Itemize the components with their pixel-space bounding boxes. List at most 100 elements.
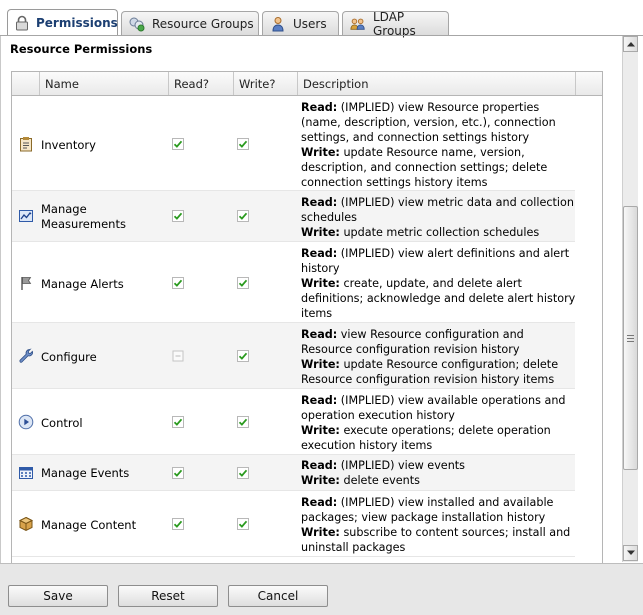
write-label: Write: [301, 358, 340, 371]
wrench-icon [18, 348, 34, 364]
write-checkbox[interactable] [237, 350, 249, 362]
scroll-down-button[interactable] [623, 545, 638, 561]
icon-column-header[interactable] [12, 72, 40, 95]
package-icon [18, 516, 34, 532]
tab-ldap-groups[interactable]: LDAP Groups [342, 9, 449, 38]
table-row[interactable]: Manage Measurements Read: (IMPLIED) view… [12, 191, 575, 242]
scroll-thumb[interactable] [623, 206, 638, 470]
description-column-header[interactable]: Description [298, 72, 576, 95]
permission-description: Read: (IMPLIED) view metric data and col… [301, 195, 576, 240]
vertical-scrollbar[interactable] [622, 36, 638, 562]
permission-description: Read: view Resource configuration and Re… [301, 327, 576, 387]
tab-users[interactable]: Users [262, 11, 339, 35]
read-checkbox[interactable] [172, 416, 184, 428]
read-label: Read: [301, 196, 338, 209]
write-label: Write: [301, 474, 340, 487]
read-label: Read: [301, 459, 338, 472]
play-icon [18, 414, 34, 430]
ldap-groups-icon [350, 16, 366, 32]
write-checkbox[interactable] [237, 138, 249, 150]
inventory-icon [18, 136, 34, 152]
permission-name: Control [41, 416, 83, 430]
lock-icon [15, 15, 29, 31]
read-checkbox[interactable] [172, 138, 184, 150]
cancel-button[interactable]: Cancel [228, 585, 328, 607]
permission-description: Read: (IMPLIED) view installed and avail… [301, 495, 576, 555]
write-checkbox[interactable] [237, 467, 249, 479]
read-checkbox[interactable] [172, 467, 184, 479]
tab-label: Users [293, 16, 327, 31]
resource-groups-icon [129, 16, 145, 32]
permission-name: Inventory [41, 138, 96, 152]
grid-header: Name Read? Write? Description [12, 72, 602, 96]
read-column-header[interactable]: Read? [169, 72, 234, 95]
table-row[interactable]: Inventory Read: (IMPLIED) view Resource … [12, 96, 575, 191]
tab-label: Resource Groups [152, 16, 254, 31]
read-checkbox-disabled[interactable] [172, 350, 184, 362]
permissions-grid: Name Read? Write? Description Inventory … [11, 71, 603, 563]
table-row[interactable]: Manage Events Read: (IMPLIED) view event… [12, 455, 575, 491]
save-button[interactable]: Save [8, 585, 108, 607]
write-column-header[interactable]: Write? [234, 72, 298, 95]
table-row[interactable]: Control Read: (IMPLIED) view available o… [12, 389, 575, 455]
permissions-panel: Resource Permissions Name Read? Write? D… [0, 36, 623, 563]
name-column-header[interactable]: Name [40, 72, 169, 95]
tab-label: Permissions [36, 16, 118, 30]
table-row[interactable]: Configure Read: view Resource configurat… [12, 323, 575, 389]
tab-bar: Permissions Resource Groups Users LDAP G… [0, 0, 643, 38]
measurements-icon [18, 208, 34, 224]
permission-description: Read: (IMPLIED) view events Write: delet… [301, 458, 576, 488]
read-text: (IMPLIED) view available operations and … [301, 394, 566, 422]
table-row[interactable]: Manage Content Read: (IMPLIED) view inst… [12, 491, 575, 557]
permission-name: Manage Measurements [41, 202, 126, 231]
write-text: delete events [339, 474, 420, 487]
write-text: subscribe to content sources; install an… [301, 526, 571, 554]
permission-description: Read: (IMPLIED) view Resource properties… [301, 100, 576, 190]
tab-resource-groups[interactable]: Resource Groups [121, 11, 259, 35]
grip-icon [627, 334, 634, 342]
write-checkbox[interactable] [237, 518, 249, 530]
read-text: (IMPLIED) view installed and available p… [301, 496, 554, 524]
write-label: Write: [301, 226, 340, 239]
header-filler [576, 72, 602, 95]
tab-permissions[interactable]: Permissions [7, 9, 118, 36]
write-checkbox[interactable] [237, 277, 249, 289]
permission-description: Read: (IMPLIED) view available operation… [301, 393, 576, 453]
arrow-up-icon [626, 42, 635, 47]
write-label: Write: [301, 146, 340, 159]
flag-icon [18, 275, 34, 291]
permission-name: Manage Alerts [41, 277, 124, 291]
table-row[interactable]: Manage Alerts Read: (IMPLIED) view alert… [12, 242, 575, 323]
read-text: (IMPLIED) view events [337, 459, 466, 472]
write-text: update metric collection schedules [339, 226, 540, 239]
permission-description: Read: (IMPLIED) view alert definitions a… [301, 246, 576, 321]
write-checkbox[interactable] [237, 210, 249, 222]
read-label: Read: [301, 496, 338, 509]
tab-label: LDAP Groups [373, 9, 416, 38]
permission-name: Manage Events [41, 466, 130, 480]
arrow-down-icon [626, 550, 635, 555]
read-label: Read: [301, 328, 338, 341]
permission-name: Manage Content [41, 518, 137, 532]
read-checkbox[interactable] [172, 277, 184, 289]
write-text: create, update, and delete alert definit… [301, 277, 576, 320]
read-text: (IMPLIED) view Resource properties (name… [301, 101, 556, 144]
read-label: Read: [301, 247, 338, 260]
user-icon [270, 16, 286, 32]
read-label: Read: [301, 394, 338, 407]
read-checkbox[interactable] [172, 518, 184, 530]
write-checkbox[interactable] [237, 416, 249, 428]
read-text: (IMPLIED) view alert definitions and ale… [301, 247, 570, 275]
write-label: Write: [301, 526, 340, 539]
read-checkbox[interactable] [172, 210, 184, 222]
button-bar: Save Reset Cancel [0, 563, 643, 615]
reset-button[interactable]: Reset [118, 585, 218, 607]
section-title: Resource Permissions [10, 42, 153, 56]
permission-name: Configure [41, 350, 97, 364]
write-text: update Resource configuration; delete Re… [301, 358, 559, 386]
write-label: Write: [301, 277, 340, 290]
read-text: (IMPLIED) view metric data and collectio… [301, 196, 574, 224]
events-icon [18, 465, 34, 481]
read-label: Read: [301, 101, 338, 114]
scroll-up-button[interactable] [623, 36, 638, 52]
